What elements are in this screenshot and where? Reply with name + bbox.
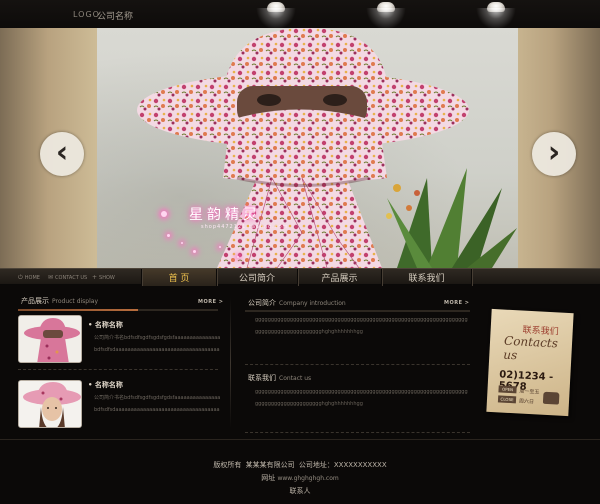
footer-copyright: 版权所有 xyxy=(213,461,242,469)
telephone-icon xyxy=(542,391,560,405)
product-name[interactable]: • 名称名称 xyxy=(88,320,123,330)
home-link[interactable]: ⏻ HOME xyxy=(18,274,40,282)
spotlight-icon xyxy=(476,0,516,30)
product-thumbnail[interactable] xyxy=(18,380,82,428)
products-more-link[interactable]: MORE > xyxy=(198,299,223,305)
chevron-right-icon: › xyxy=(547,134,561,170)
nav-spacer xyxy=(471,269,569,286)
spotlight-icon xyxy=(366,0,406,30)
footer-contact-person: 联系人 xyxy=(289,487,311,495)
contact-us-link[interactable]: ✉ CONTACT US xyxy=(48,274,87,281)
page: LOGO 公司名称 星韵精灵 shop4472121.taobao.com ‹ … xyxy=(0,0,600,504)
product-image xyxy=(19,316,81,362)
footer-company: 某某某有限公司 xyxy=(245,461,295,469)
nav-products[interactable]: 产品展示 xyxy=(297,269,381,286)
card-close-time: 周六日 xyxy=(518,398,535,406)
product-image xyxy=(19,381,81,427)
card-open-time: 周一至五 xyxy=(519,388,540,396)
show-link[interactable]: + SHOW xyxy=(92,274,115,281)
about-heading: 公司简介 Company introduction xyxy=(248,297,346,309)
logo[interactable]: LOGO xyxy=(73,10,100,19)
spotlight-icon xyxy=(256,0,296,30)
card-subtitle: Contacts us xyxy=(503,333,559,363)
contact-text: gggggggggggggggggggggggggggggggggggggggg… xyxy=(255,389,468,407)
product-thumbnail[interactable] xyxy=(18,315,82,363)
product-description: 公司简介书名bdfsdfsgdfsgdsfgdsfaaaaaaaaaaaaaaa… xyxy=(94,335,221,353)
product-name[interactable]: • 名称名称 xyxy=(88,380,123,390)
products-heading: 产品展示 Product display xyxy=(21,295,98,307)
about-text: gggggggggggggggggggggggggggggggggggggggg… xyxy=(255,317,468,335)
contact-card[interactable]: 联系我们 Contacts us 02)1234 - 5678 OPEN 周一至… xyxy=(486,308,574,417)
banner-slider[interactable]: 星韵精灵 shop4472121.taobao.com ‹ › xyxy=(0,28,600,268)
column-divider xyxy=(230,298,231,428)
contact-heading: 联系我们 Contact us xyxy=(248,372,311,384)
banner-caption-url: shop4472121.taobao.com xyxy=(201,224,289,230)
banner-prev-button[interactable]: ‹ xyxy=(40,132,84,176)
card-close-label: CLOSE xyxy=(497,395,517,404)
about-more-link[interactable]: MORE > xyxy=(444,300,469,306)
footer-website-link[interactable]: www.ghghghgh.com xyxy=(277,475,338,482)
chevron-left-icon: ‹ xyxy=(55,134,69,170)
products-title: 产品展示 xyxy=(21,297,49,305)
contact-subtitle: Contact us xyxy=(279,374,312,382)
main-navbar: ⏻ HOME ✉ CONTACT US + SHOW 首 页 公司简介 产品展示… xyxy=(0,268,600,286)
plus-icon: + xyxy=(92,274,98,281)
nav-home[interactable]: 首 页 xyxy=(141,269,216,286)
banner-next-button[interactable]: › xyxy=(532,132,576,176)
products-heading-bar xyxy=(18,309,218,311)
divider xyxy=(245,364,470,365)
banner-photo[interactable]: 星韵精灵 shop4472121.taobao.com xyxy=(97,28,518,268)
nav-about[interactable]: 公司简介 xyxy=(216,269,297,286)
about-title: 公司简介 xyxy=(248,299,276,307)
model-in-floral-hat-illustration xyxy=(137,28,517,268)
contact-title: 联系我们 xyxy=(248,374,276,382)
about-subtitle: Company introduction xyxy=(279,299,346,307)
nav-contact[interactable]: 联系我们 xyxy=(381,269,471,286)
company-name: 公司名称 xyxy=(97,12,134,22)
product-description: 公司简介书名bdfsdfsgdfsgdsfgdsfaaaaaaaaaaaaaaa… xyxy=(94,395,221,413)
products-subtitle: Product display xyxy=(52,297,98,305)
footer-website-label: 网址 xyxy=(261,474,276,482)
banner-caption: 星韵精灵 xyxy=(189,207,261,223)
divider xyxy=(245,432,470,433)
divider xyxy=(18,369,218,370)
footer-address: XXXXXXXXXXX xyxy=(333,461,387,469)
header: LOGO 公司名称 xyxy=(0,0,600,30)
footer-line-2: 网址 www.ghghghgh.com xyxy=(0,473,600,483)
mail-icon: ✉ xyxy=(48,274,54,281)
footer-divider xyxy=(0,439,600,440)
about-heading-bar xyxy=(245,310,470,312)
footer-line-1: 版权所有 某某某有限公司 公司地址：XXXXXXXXXXX xyxy=(0,460,600,470)
footer-address-label: 公司地址： xyxy=(298,461,334,469)
card-open-label: OPEN xyxy=(498,385,517,394)
plant-illustration xyxy=(386,168,517,268)
power-icon: ⏻ xyxy=(18,274,23,281)
